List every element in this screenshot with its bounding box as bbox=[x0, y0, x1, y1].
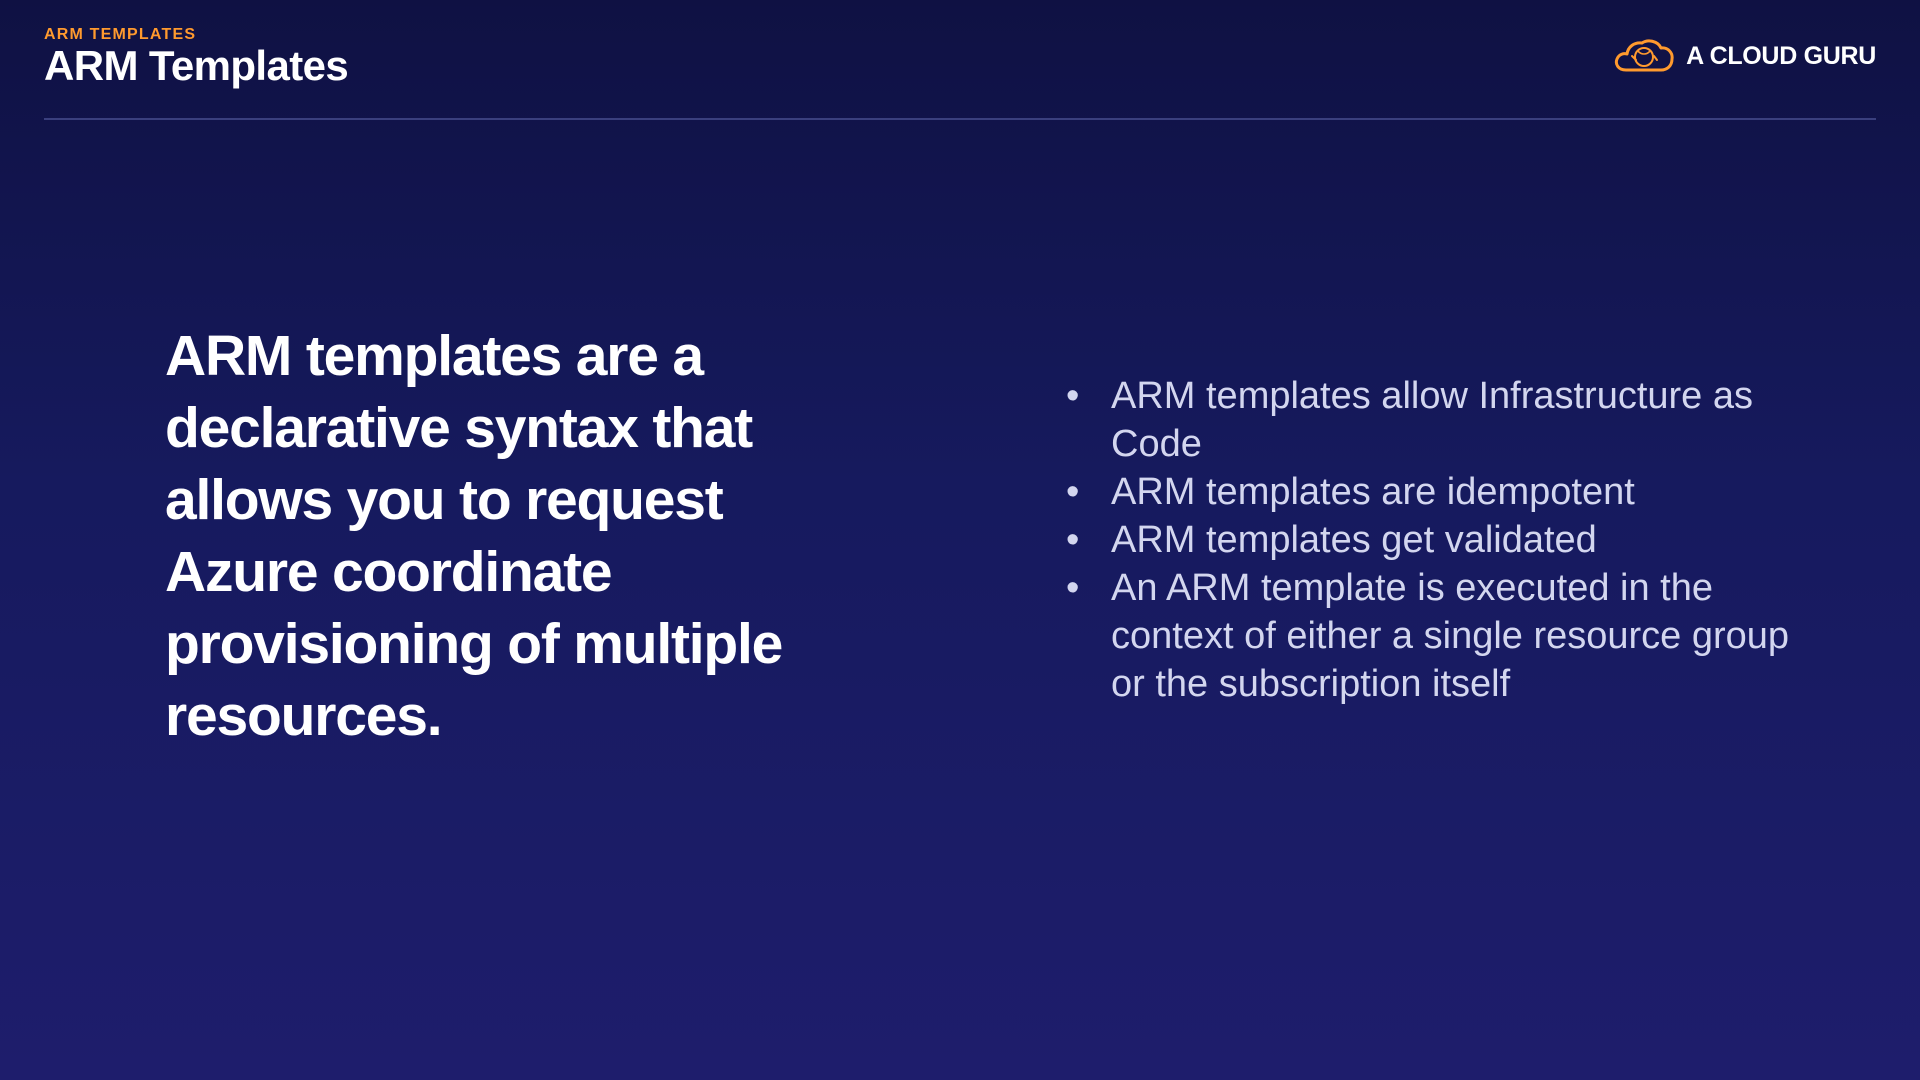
bullet-marker: • bbox=[1066, 519, 1080, 561]
cloud-icon bbox=[1615, 39, 1674, 72]
bullet-item: • ARM templates allow Infrastructure as … bbox=[1066, 372, 1796, 468]
bullet-marker: • bbox=[1066, 375, 1080, 417]
bullet-text: ARM templates allow Infrastructure as Co… bbox=[1111, 375, 1754, 465]
slide-title: ARM Templates bbox=[44, 42, 349, 89]
bullet-marker: • bbox=[1066, 471, 1080, 513]
header-divider bbox=[44, 118, 1876, 120]
bullet-text: An ARM template is executed in the conte… bbox=[1111, 567, 1790, 705]
brand-logo: A CLOUD GURU bbox=[1612, 36, 1876, 76]
bullet-text: ARM templates are idempotent bbox=[1111, 471, 1635, 513]
bullet-item: • ARM templates are idempotent bbox=[1066, 468, 1796, 516]
bullet-list: • ARM templates allow Infrastructure as … bbox=[1066, 372, 1796, 708]
slide-header: ARM TEMPLATES ARM Templates A CLOUD GURU bbox=[44, 22, 1876, 120]
bullet-item: • ARM templates get validated bbox=[1066, 516, 1796, 564]
bullet-text: ARM templates get validated bbox=[1111, 519, 1597, 561]
bullet-marker: • bbox=[1066, 567, 1080, 609]
key-statement: ARM templates are a declarative syntax t… bbox=[165, 324, 783, 748]
bullet-item: • An ARM template is executed in the con… bbox=[1066, 564, 1796, 708]
brand-name: A CLOUD GURU bbox=[1686, 41, 1876, 70]
